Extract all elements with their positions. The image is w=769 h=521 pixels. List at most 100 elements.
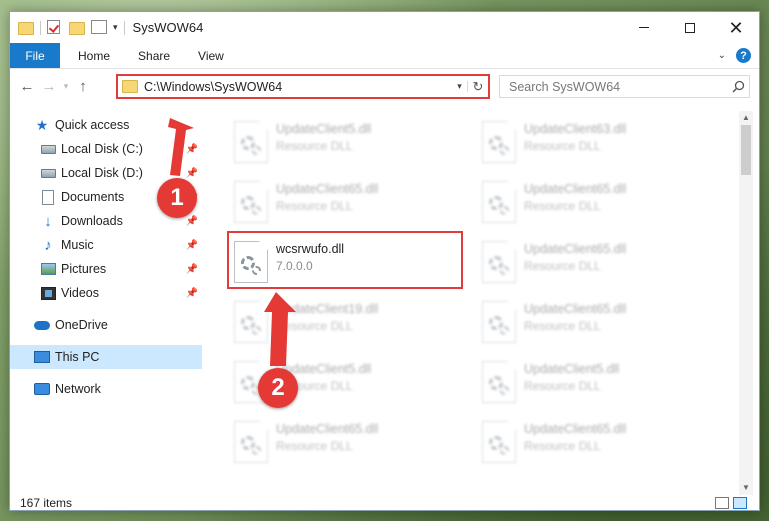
tab-file[interactable]: File — [10, 43, 60, 68]
dll-file-icon — [482, 361, 516, 403]
list-item[interactable]: UpdateClient65.dll Resource DLL — [478, 177, 718, 229]
pin-icon[interactable]: 📌 — [186, 144, 198, 155]
sidebar-item-onedrive[interactable]: OneDrive — [10, 313, 202, 337]
sidebar-item-network[interactable]: Network — [10, 377, 202, 401]
expand-ribbon-chevron-icon[interactable]: ⌄ — [718, 50, 726, 61]
sidebar-item-label: Local Disk (D:) — [61, 166, 143, 180]
maximize-icon — [685, 22, 695, 33]
list-item[interactable]: UpdateClient19.dll Resource DLL — [230, 297, 470, 349]
search-input[interactable]: Search SysWOW64 — [509, 80, 727, 94]
pin-icon[interactable]: 📌 — [186, 288, 198, 299]
downloads-icon: ↓ — [44, 212, 52, 230]
help-icon[interactable]: ? — [736, 48, 751, 63]
file-description: Resource DLL — [524, 259, 601, 273]
file-description: Resource DLL — [524, 439, 601, 453]
properties-check-icon[interactable] — [47, 19, 63, 36]
address-path[interactable]: C:\Windows\SysWOW64 — [144, 80, 452, 94]
drive-icon — [40, 141, 56, 157]
sidebar-item-videos[interactable]: Videos 📌 — [10, 281, 202, 305]
properties-icon[interactable] — [91, 19, 107, 36]
view-toggle — [715, 496, 759, 509]
onedrive-icon — [34, 317, 50, 333]
highlight-box-file — [227, 231, 463, 289]
list-item[interactable]: UpdateClient65.dll Resource DLL — [230, 177, 470, 229]
file-description: Resource DLL — [524, 379, 601, 393]
list-item[interactable]: UpdateClient5.dll Resource DLL — [230, 117, 470, 169]
sidebar-item-label: Music — [61, 238, 94, 252]
list-item[interactable]: UpdateClient65.dll Resource DLL — [478, 297, 718, 349]
file-description: Resource DLL — [276, 319, 353, 333]
sidebar-item-label: Documents — [61, 190, 125, 204]
drive-icon — [40, 165, 56, 181]
file-description: Resource DLL — [524, 199, 601, 213]
list-item[interactable]: UpdateClient65.dll Resource DLL — [478, 237, 718, 289]
close-button[interactable]: ✕ — [713, 12, 759, 43]
sidebar-item-pictures[interactable]: Pictures 📌 — [10, 257, 202, 281]
file-name: UpdateClient65.dll — [524, 302, 627, 316]
back-arrow-icon[interactable]: ← — [16, 78, 38, 95]
file-name: UpdateClient19.dll — [276, 302, 379, 316]
details-view-icon[interactable] — [715, 496, 729, 509]
up-arrow-icon[interactable]: ↑ — [72, 78, 94, 95]
dll-file-icon — [482, 121, 516, 163]
forward-arrow-icon[interactable]: → — [38, 78, 60, 95]
sidebar-item-label: Downloads — [61, 214, 123, 228]
folder-icon — [118, 80, 144, 93]
scrollbar-thumb[interactable] — [741, 125, 751, 175]
vertical-scrollbar[interactable]: ▲ ▼ — [739, 111, 753, 495]
scroll-up-icon[interactable]: ▲ — [739, 111, 753, 125]
music-icon: ♪ — [44, 236, 52, 254]
sidebar-item-local-disk-c[interactable]: Local Disk (C:) 📌 — [10, 137, 202, 161]
file-name: UpdateClient5.dll — [276, 122, 372, 136]
list-item[interactable]: UpdateClient63.dll Resource DLL — [478, 117, 718, 169]
file-name: UpdateClient63.dll — [524, 122, 627, 136]
close-icon: ✕ — [728, 17, 744, 38]
minimize-button[interactable] — [621, 12, 667, 43]
list-item[interactable]: UpdateClient65.dll Resource DLL — [230, 417, 470, 469]
tab-share[interactable]: Share — [124, 43, 184, 68]
address-history-chevron-icon[interactable]: ▾ — [452, 81, 468, 92]
dll-file-icon — [482, 421, 516, 463]
sidebar-item-this-pc[interactable]: This PC — [10, 345, 202, 369]
pictures-icon — [40, 261, 56, 277]
address-bar[interactable]: C:\Windows\SysWOW64 ▾ ↻ — [116, 74, 490, 99]
new-folder-icon[interactable] — [69, 20, 85, 36]
dll-file-icon — [482, 301, 516, 343]
quick-access-toolbar: ▾ — [10, 19, 125, 36]
pin-icon[interactable]: 📌 — [186, 264, 198, 275]
navigation-bar: ← → ▾ ↑ C:\Windows\SysWOW64 ▾ ↻ Search S… — [10, 70, 759, 102]
file-description: Resource DLL — [524, 139, 601, 153]
customize-toolbar-chevron-icon[interactable]: ▾ — [113, 22, 118, 33]
videos-icon — [40, 285, 56, 301]
documents-icon — [40, 189, 56, 205]
pin-icon[interactable]: 📌 — [186, 168, 198, 179]
dll-file-icon — [234, 181, 268, 223]
folder-icon — [18, 20, 34, 36]
this-pc-icon — [34, 349, 50, 365]
refresh-icon[interactable]: ↻ — [468, 79, 488, 95]
file-description: Resource DLL — [276, 199, 353, 213]
pin-icon[interactable]: 📌 — [186, 240, 198, 251]
sidebar-item-music[interactable]: ♪ Music 📌 — [10, 233, 202, 257]
recent-locations-chevron-icon[interactable]: ▾ — [60, 81, 72, 92]
star-icon: ★ — [35, 116, 49, 133]
search-icon[interactable] — [727, 80, 749, 93]
title-bar: ▾ SysWOW64 ✕ — [10, 12, 759, 43]
window-controls: ✕ — [621, 12, 759, 43]
dll-file-icon — [234, 121, 268, 163]
sidebar-item-label: Local Disk (C:) — [61, 142, 143, 156]
tab-view[interactable]: View — [184, 43, 238, 68]
item-count: 167 items — [20, 495, 73, 510]
list-item[interactable]: UpdateClient5.dll Resource DLL — [478, 357, 718, 409]
pin-icon[interactable]: 📌 — [186, 216, 198, 227]
list-item[interactable]: UpdateClient65.dll Resource DLL — [478, 417, 718, 469]
tiles-view-icon[interactable] — [733, 496, 747, 509]
sidebar-item-label: Pictures — [61, 262, 107, 276]
file-name: UpdateClient5.dll — [524, 362, 620, 376]
file-name: UpdateClient65.dll — [524, 182, 627, 196]
search-box[interactable]: Search SysWOW64 — [499, 75, 750, 98]
maximize-button[interactable] — [667, 12, 713, 43]
sidebar-item-quick-access[interactable]: ★ Quick access — [10, 113, 202, 137]
tab-home[interactable]: Home — [64, 43, 124, 68]
sidebar-item-label: This PC — [55, 350, 100, 364]
